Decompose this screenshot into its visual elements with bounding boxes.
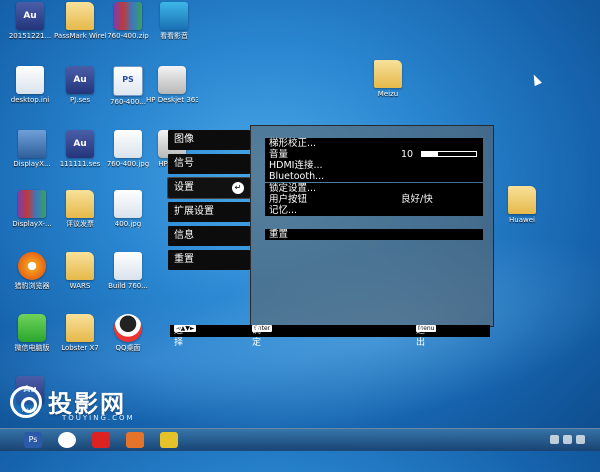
osd-row-lock[interactable]: 锁定设置... (265, 183, 483, 194)
desktop-icon-wechat[interactable]: 微信电脑版 (6, 314, 58, 352)
watermark-sub: TOUYING.COM (62, 414, 135, 422)
desktop-icon-displayx[interactable]: DisplayX... (6, 130, 58, 168)
enter-arrow-icon: ↵ (232, 182, 244, 194)
osd-menu-reset[interactable]: 重置 (168, 250, 250, 270)
user-button-value: 良好/快 (401, 194, 433, 205)
desktop-icon-jpg400[interactable]: 400.jpg (102, 190, 154, 228)
osd-row-reset[interactable]: 重置 (265, 229, 483, 240)
tray-network-icon[interactable] (550, 435, 559, 444)
archive-icon (114, 2, 142, 30)
desktop-icon-label: Meizu (377, 90, 399, 98)
desktop-icon-label: Lobster X7 (61, 344, 99, 352)
taskbar-app-icon[interactable] (160, 432, 178, 448)
ses-icon: Au (16, 2, 44, 30)
desktop-icon-build[interactable]: Build 760... (102, 252, 154, 290)
desktop-icon-displayx2[interactable]: DisplayX-... (6, 190, 58, 228)
ses-icon: Au (66, 130, 94, 158)
image-file-icon (114, 190, 142, 218)
osd-row-keystone[interactable]: 梯形校正... (265, 138, 483, 149)
volume-value: 10 (401, 149, 414, 160)
document-icon (114, 252, 142, 280)
osd-menu-extended[interactable]: 扩展设置 (168, 202, 250, 222)
desktop-icon-label: DisplayX-... (12, 220, 52, 228)
qq-icon (114, 314, 142, 342)
desktop-icon-kankan[interactable]: 看看影音 (148, 2, 200, 40)
desktop-icon-label: DisplayX... (13, 160, 51, 168)
mouse-cursor-icon (530, 72, 542, 87)
desktop-icon-wars[interactable]: WARS (54, 252, 106, 290)
desktop-icon-label: 评议发票 (66, 220, 94, 228)
osd-menu-image[interactable]: 图像 (168, 130, 250, 150)
desktop-icon-label: QQ桌面 (115, 344, 141, 352)
desktop-icon-label: Huawei (509, 216, 535, 224)
touying-watermark-logo: 投影网 TOUYING.COM (10, 384, 160, 428)
desktop-icon-label: PassMark Wireless... (54, 32, 106, 40)
osd-settings-panel: 梯形校正... 音量 10 HDMI连接... Bluetooth... 锁定设… (250, 125, 494, 327)
desktop-icon-desktopini[interactable]: desktop.ini (4, 66, 56, 104)
desktop-icon-huawei[interactable]: Huawei (496, 186, 548, 224)
desktop-icon-label: 看看影音 (160, 32, 188, 40)
desktop-icon-label: PJ.ses (69, 96, 91, 104)
desktop-icon-label: Build 760... (108, 282, 148, 290)
volume-slider[interactable] (421, 151, 477, 157)
wechat-icon (18, 314, 46, 342)
desktop-icon-meizu[interactable]: Meizu (362, 60, 414, 98)
osd-footer-help: ◄▲▼► 选择 Enter 确定 Menu 退出 (170, 325, 490, 348)
settings-file-icon (16, 66, 44, 94)
desktop-icon-label: 猎豹浏览器 (14, 282, 50, 290)
volume-slider-fill (422, 152, 439, 156)
osd-row-user-button[interactable]: 用户按钮 良好/快 (265, 194, 483, 205)
desktop-icon-label: 400.jpg (114, 220, 142, 228)
osd-row-bluetooth[interactable]: Bluetooth... (265, 171, 483, 182)
desktop-icon-label: desktop.ini (10, 96, 50, 104)
osd-row-volume[interactable]: 音量 10 (265, 149, 483, 160)
desktop-icon-label: HP Deskjet 3630 series (146, 96, 198, 104)
folder-icon (66, 190, 94, 218)
desktop-icon-label: 微信电脑版 (14, 344, 50, 352)
browser-icon (18, 252, 46, 280)
osd-row-memory[interactable]: 记忆... (265, 205, 483, 216)
photoshop-file-icon: PS (113, 66, 143, 96)
archive-icon (18, 190, 46, 218)
desktop-icon-label: 20151221... (8, 32, 52, 40)
watermark-ring-icon (10, 386, 42, 418)
folder-icon (66, 252, 94, 280)
taskbar-chrome-icon[interactable] (58, 432, 76, 448)
desktop-icon-folderb[interactable]: 评议发票 (54, 190, 106, 228)
ses-icon: Au (66, 66, 94, 94)
image-file-icon (114, 130, 142, 158)
taskbar-photoshop-icon[interactable]: Ps (24, 432, 42, 448)
taskbar-browser-icon[interactable] (92, 432, 110, 448)
tray-flag-icon[interactable] (576, 435, 585, 444)
tray-volume-icon[interactable] (563, 435, 572, 444)
desktop-icon-passmark[interactable]: PassMark Wireless... (54, 2, 106, 40)
desktop-icon-lobster[interactable]: Lobster X7 (54, 314, 106, 352)
desktop-icon-label: 111111.ses (59, 160, 101, 168)
folder-icon (508, 186, 536, 214)
osd-menu-settings[interactable]: 设置 ↵ (167, 177, 251, 199)
desktop-icon-hpdeskjet[interactable]: HP Deskjet 3630 series (146, 66, 198, 104)
folder-icon (66, 2, 94, 30)
desktop-icon-au-1[interactable]: Au 20151221... (4, 2, 56, 40)
osd-main-menu: 图像 信号 设置 ↵ 扩展设置 信息 重置 (167, 130, 251, 274)
desktop-icon-pjses[interactable]: Au PJ.ses (54, 66, 106, 104)
folder-icon (66, 314, 94, 342)
osd-row-hdmi[interactable]: HDMI连接... (265, 160, 483, 171)
folder-icon (374, 60, 402, 88)
media-player-icon (160, 2, 188, 30)
desktop-icon-fox[interactable]: 猎豹浏览器 (6, 252, 58, 290)
taskbar: Ps (0, 428, 600, 451)
desktop-icon-label: WARS (69, 282, 91, 290)
monitor-icon (18, 130, 46, 158)
osd-menu-signal[interactable]: 信号 (168, 154, 250, 174)
printer-icon (158, 66, 186, 94)
osd-menu-info[interactable]: 信息 (168, 226, 250, 246)
desktop-icon-zip[interactable]: 760-400.zip (102, 2, 154, 40)
desktop-icon-ses111[interactable]: Au 111111.ses (54, 130, 106, 168)
desktop-icon-label: 760-400.zip (107, 32, 149, 40)
desktop-icon-qq[interactable]: QQ桌面 (102, 314, 154, 352)
taskbar-app-icon[interactable] (126, 432, 144, 448)
